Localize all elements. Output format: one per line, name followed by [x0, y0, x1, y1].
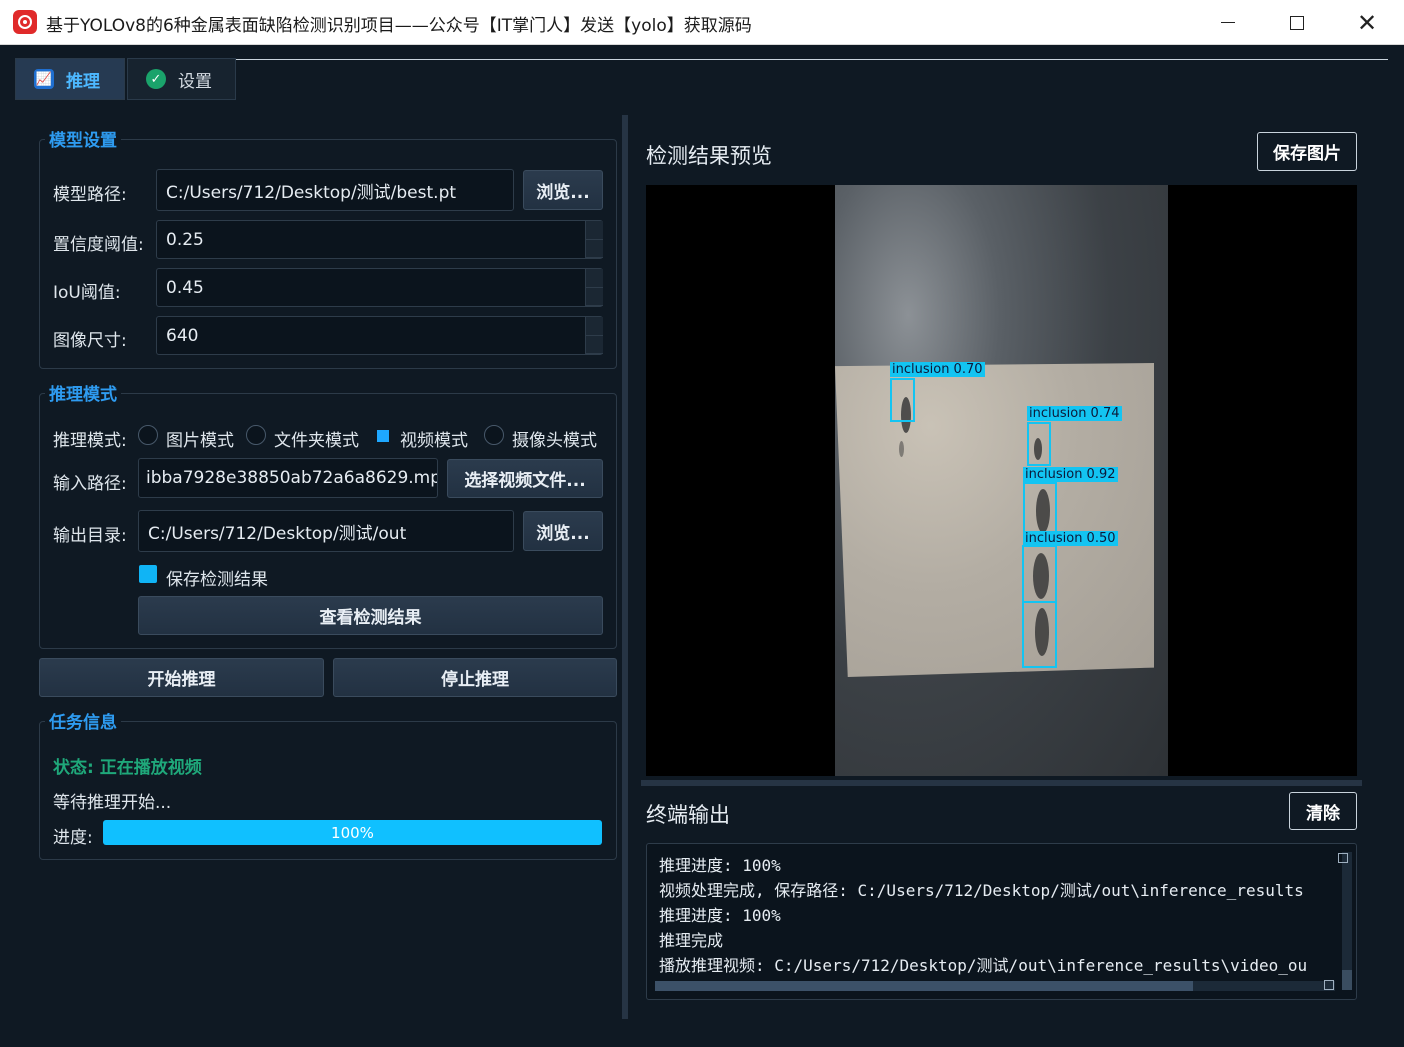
model-settings-title: 模型设置: [45, 126, 121, 151]
save-image-button[interactable]: 保存图片: [1257, 132, 1357, 171]
maximize-button[interactable]: [1262, 0, 1332, 45]
output-browse-button[interactable]: 浏览...: [523, 511, 603, 551]
tab-label: 设置: [178, 71, 212, 92]
terminal-line: 推理进度: 100%: [659, 856, 781, 875]
terminal-line: 推理进度: 100%: [659, 906, 781, 925]
terminal-line: 播放推理视频: C:/Users/712/Desktop/测试/out\infe…: [659, 956, 1308, 975]
task-message: 等待推理开始...: [53, 793, 172, 813]
detection-box: [1022, 601, 1057, 668]
detection-preview: inclusion 0.70 inclusion 0.74 inclusion …: [646, 185, 1357, 776]
iou-threshold-label: IoU阈值:: [53, 283, 121, 303]
maximize-icon: [1290, 15, 1304, 30]
progress-label: 进度:: [53, 828, 93, 848]
preview-frame-image: inclusion 0.70 inclusion 0.74 inclusion …: [835, 185, 1168, 776]
stop-inference-button[interactable]: 停止推理: [333, 658, 617, 697]
terminal-line: 视频处理完成, 保存路径: C:/Users/712/Desktop/测试/ou…: [659, 881, 1304, 900]
radio-image-mode-label[interactable]: 图片模式: [166, 426, 234, 451]
detection-box: [1027, 422, 1051, 466]
tab-inference[interactable]: 📈 推理: [15, 58, 125, 100]
preview-title: 检测结果预览: [646, 144, 772, 168]
conf-threshold-spinbox[interactable]: 0.25: [156, 220, 603, 259]
model-browse-button[interactable]: 浏览...: [523, 170, 603, 210]
radio-video-mode-label[interactable]: 视频模式: [400, 426, 468, 451]
tab-bar-divider: [236, 59, 1388, 60]
tab-label: 推理: [66, 71, 100, 92]
title-bar: 基于YOLOv8的6种金属表面缺陷检测识别项目——公众号【IT掌门人】发送【yo…: [0, 0, 1404, 45]
radio-image-mode[interactable]: [138, 425, 158, 445]
minimize-icon: [1221, 21, 1235, 24]
detection-label: inclusion 0.50: [1023, 531, 1118, 546]
input-path-label: 输入路径:: [53, 474, 127, 494]
radio-video-mode[interactable]: [377, 430, 389, 442]
start-inference-button[interactable]: 开始推理: [39, 658, 324, 697]
terminal-vertical-scrollbar[interactable]: [1342, 852, 1352, 990]
infer-mode-label: 推理模式:: [53, 431, 127, 451]
clear-terminal-button[interactable]: 清除: [1289, 792, 1357, 830]
radio-camera-mode-label[interactable]: 摄像头模式: [512, 426, 597, 451]
detection-box: [890, 378, 915, 422]
conf-spin-arrows[interactable]: [585, 221, 603, 258]
terminal-line: 推理完成: [659, 931, 724, 950]
task-info-title: 任务信息: [45, 708, 121, 733]
image-size-spinbox[interactable]: 640: [156, 316, 603, 355]
output-dir-field[interactable]: C:/Users/712/Desktop/测试/out: [138, 510, 514, 552]
scroll-up-icon[interactable]: [1338, 853, 1348, 863]
conf-threshold-label: 置信度阈值:: [53, 235, 144, 255]
scroll-corner-icon[interactable]: [1324, 980, 1334, 990]
iou-threshold-spinbox[interactable]: 0.45: [156, 268, 603, 307]
close-icon: ✕: [1356, 8, 1378, 37]
detection-label: inclusion 0.92: [1023, 467, 1118, 482]
model-path-label: 模型路径:: [53, 185, 127, 205]
iou-spin-arrows[interactable]: [585, 269, 603, 306]
select-video-button[interactable]: 选择视频文件...: [447, 459, 603, 498]
check-shield-icon: ✓: [146, 69, 166, 89]
detection-label: inclusion 0.74: [1027, 406, 1122, 421]
radio-folder-mode[interactable]: [246, 425, 266, 445]
tab-settings[interactable]: ✓ 设置: [127, 58, 236, 100]
status-text: 状态: 正在播放视频: [53, 758, 202, 778]
window-title: 基于YOLOv8的6种金属表面缺陷检测识别项目——公众号【IT掌门人】发送【yo…: [46, 16, 752, 36]
progress-text: 100%: [331, 823, 374, 842]
close-button[interactable]: ✕: [1332, 0, 1402, 45]
model-path-input[interactable]: C:/Users/712/Desktop/测试/best.pt: [156, 169, 514, 211]
image-size-label: 图像尺寸:: [53, 331, 127, 351]
progress-bar: 100%: [103, 820, 602, 845]
terminal-horizontal-scrollbar[interactable]: [655, 981, 1335, 991]
radio-folder-mode-label[interactable]: 文件夹模式: [274, 426, 359, 451]
horizontal-splitter[interactable]: [641, 780, 1362, 786]
app-logo-icon: [13, 10, 37, 34]
minimize-button[interactable]: [1193, 0, 1263, 45]
vertical-splitter[interactable]: [622, 115, 628, 1019]
terminal-output[interactable]: 推理进度: 100% 视频处理完成, 保存路径: C:/Users/712/De…: [646, 843, 1357, 1000]
detection-label: inclusion 0.70: [890, 362, 985, 377]
save-results-checkbox[interactable]: [139, 565, 157, 583]
input-path-field[interactable]: ibba7928e38850ab72a6a8629.mp4: [138, 458, 438, 498]
terminal-title: 终端输出: [646, 803, 730, 827]
infer-mode-title: 推理模式: [45, 380, 121, 405]
view-results-button[interactable]: 查看检测结果: [138, 596, 603, 635]
chart-icon: 📈: [34, 69, 54, 89]
image-size-spin-arrows[interactable]: [585, 317, 603, 354]
radio-camera-mode[interactable]: [484, 425, 504, 445]
save-results-label[interactable]: 保存检测结果: [166, 565, 268, 590]
output-dir-label: 输出目录:: [53, 526, 127, 546]
